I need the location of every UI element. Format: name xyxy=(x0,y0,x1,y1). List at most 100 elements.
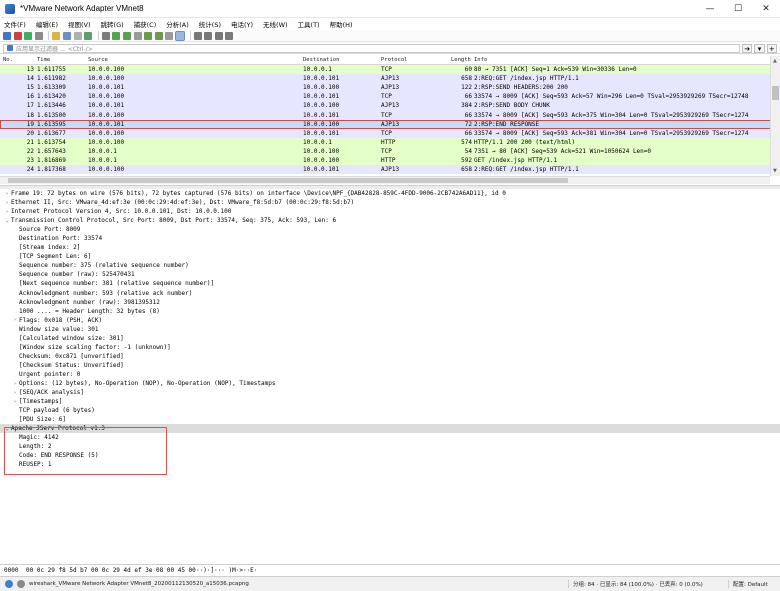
menu-tools[interactable]: 工具(T) xyxy=(298,19,320,29)
save-file-icon[interactable] xyxy=(62,31,71,40)
detail-tree-item[interactable]: Sequence number (raw): 525470431 xyxy=(0,270,780,279)
first-packet-icon[interactable] xyxy=(144,31,153,40)
packet-row[interactable]: 15 1.613309 10.0.0.101 10.0.0.100 AJP13 122 2:… xyxy=(0,83,780,93)
detail-tree-item[interactable]: › [Timestamps] xyxy=(0,397,780,406)
detail-tree-item[interactable]: [Stream index: 2] xyxy=(0,243,780,252)
detail-tree-item[interactable]: › Ethernet II, Src: VMware_4d:ef:3e (00:0… xyxy=(0,198,780,207)
column-source[interactable]: Source xyxy=(88,57,303,63)
detail-tree-item[interactable]: Source Port: 8009 xyxy=(0,225,780,234)
expand-arrow-icon[interactable]: › xyxy=(11,390,19,396)
menu-telephony[interactable]: 电话(Y) xyxy=(231,19,253,29)
detail-tree-item[interactable]: Urgent pointer: 0 xyxy=(0,370,780,379)
expert-info-icon[interactable] xyxy=(5,580,13,588)
go-back-icon[interactable] xyxy=(112,31,121,40)
expand-arrow-icon[interactable]: › xyxy=(11,399,19,405)
expand-arrow-icon[interactable]: › xyxy=(11,381,19,387)
zoom-out-icon[interactable] xyxy=(204,31,213,40)
packet-row[interactable]: 22 1.657643 10.0.0.1 10.0.0.100 TCP 54 7351 → … xyxy=(0,146,780,156)
packet-row[interactable]: 24 1.817368 10.0.0.100 10.0.0.101 AJP13 658 2:… xyxy=(0,165,780,175)
menu-analyze[interactable]: 分析(A) xyxy=(166,19,189,29)
find-packet-icon[interactable] xyxy=(101,31,110,40)
maximize-button[interactable]: ☐ xyxy=(724,0,752,18)
bookmark-icon[interactable] xyxy=(7,45,13,51)
zoom-reset-icon[interactable] xyxy=(214,31,223,40)
expand-arrow-icon[interactable]: › xyxy=(11,317,19,323)
detail-tree-item[interactable]: [Window size scaling factor: -1 (unknown… xyxy=(0,343,780,352)
restart-capture-icon[interactable] xyxy=(24,31,33,40)
detail-tree-item[interactable]: [Next sequence number: 381 (relative seq… xyxy=(0,279,780,288)
bytes-hex[interactable]: 00 0c 29 f8 5d b7 00 0c 29 4d ef 3e 08 0… xyxy=(26,567,196,574)
scroll-down-icon[interactable]: ▼ xyxy=(773,168,777,174)
packet-row[interactable]: 16 1.613420 10.0.0.100 10.0.0.101 TCP 66 33574… xyxy=(0,92,780,102)
status-profile[interactable]: 配置: Default xyxy=(728,580,780,588)
go-to-packet-icon[interactable] xyxy=(133,31,142,40)
detail-tree-item[interactable]: › Frame 19: 72 bytes on wire (576 bits), … xyxy=(0,189,780,198)
go-forward-icon[interactable] xyxy=(122,31,131,40)
packet-row[interactable]: 13 1.611755 10.0.0.100 10.0.0.1 TCP 60 80 → 73… xyxy=(0,65,780,75)
minimize-button[interactable]: — xyxy=(696,0,724,18)
expand-arrow-icon[interactable]: › xyxy=(3,209,11,215)
zoom-in-icon[interactable] xyxy=(193,31,202,40)
add-filter-button[interactable]: + xyxy=(766,43,777,53)
scroll-thumb[interactable] xyxy=(772,86,779,100)
detail-tree-item[interactable]: [TCP Segment Len: 6] xyxy=(0,252,780,261)
menu-view[interactable]: 视图(V) xyxy=(68,19,91,29)
close-button[interactable]: ✕ xyxy=(752,0,780,18)
packet-row[interactable]: 21 1.613754 10.0.0.100 10.0.0.1 HTTP 574 HTTP/… xyxy=(0,137,780,147)
packet-row[interactable]: 14 1.611982 10.0.0.100 10.0.0.101 AJP13 658 2:… xyxy=(0,74,780,84)
resize-columns-icon[interactable] xyxy=(225,31,234,40)
capture-comments-icon[interactable] xyxy=(17,580,25,588)
apply-filter-button[interactable]: ➔ xyxy=(742,43,753,53)
detail-tree-item[interactable]: › [SEQ/ACK analysis] xyxy=(0,388,780,397)
start-capture-icon[interactable] xyxy=(3,31,11,40)
packet-row[interactable]: 20 1.613677 10.0.0.100 10.0.0.101 TCP 66 33574… xyxy=(0,128,780,138)
detail-tree-item[interactable]: Window size value: 301 xyxy=(0,325,780,334)
display-filter-input[interactable]: 应用显示过滤器 … <Ctrl-/> xyxy=(3,43,740,53)
menu-help[interactable]: 帮助(H) xyxy=(330,19,353,29)
autoscroll-icon[interactable] xyxy=(165,31,174,40)
detail-tree-item[interactable]: [Checksum Status: Unverified] xyxy=(0,361,780,370)
column-no[interactable]: No. xyxy=(0,57,36,63)
menu-statistics[interactable]: 统计(S) xyxy=(199,19,221,29)
detail-tree-item[interactable]: Acknowledgment number: 593 (relative ack… xyxy=(0,289,780,298)
capture-options-icon[interactable] xyxy=(34,31,43,40)
menu-capture[interactable]: 捕获(C) xyxy=(134,19,157,29)
expand-arrow-icon[interactable]: ⌄ xyxy=(3,218,11,224)
colorize-icon[interactable] xyxy=(174,30,185,41)
expand-arrow-icon[interactable]: › xyxy=(3,200,11,206)
column-destination[interactable]: Destination xyxy=(303,57,381,63)
menu-wireless[interactable]: 无线(W) xyxy=(263,19,288,29)
detail-tree-item[interactable]: › Internet Protocol Version 4, Src: 10.0.… xyxy=(0,207,780,216)
detail-tree-item[interactable]: TCP payload (6 bytes) xyxy=(0,406,780,415)
menu-go[interactable]: 跳转(G) xyxy=(101,19,124,29)
menu-file[interactable]: 文件(F) xyxy=(4,19,26,29)
column-info[interactable]: Info xyxy=(474,57,780,63)
column-time[interactable]: Time xyxy=(36,57,88,63)
last-packet-icon[interactable] xyxy=(154,31,163,40)
detail-tree-item[interactable]: › Options: (12 bytes), No-Operation (NOP)… xyxy=(0,379,780,388)
detail-tree-item[interactable]: [Calculated window size: 301] xyxy=(0,334,780,343)
open-file-icon[interactable] xyxy=(52,31,61,40)
column-protocol[interactable]: Protocol xyxy=(381,57,451,63)
detail-tree-item[interactable]: 1000 .... = Header Length: 32 bytes (8) xyxy=(0,307,780,316)
scroll-up-icon[interactable]: ▲ xyxy=(773,58,777,64)
detail-tree-item[interactable]: ⌄ Transmission Control Protocol, Src Port… xyxy=(0,216,780,225)
scroll-thumb[interactable] xyxy=(8,178,568,183)
detail-tree-item[interactable]: Checksum: 0xc871 [unverified] xyxy=(0,352,780,361)
detail-tree-item[interactable]: Sequence number: 375 (relative sequence … xyxy=(0,261,780,270)
reload-file-icon[interactable] xyxy=(84,31,93,40)
close-file-icon[interactable] xyxy=(73,31,82,40)
packet-row[interactable]: 18 1.613500 10.0.0.100 10.0.0.101 TCP 66 33574… xyxy=(0,110,780,120)
detail-tree-item[interactable]: [PDU Size: 6] xyxy=(0,415,780,424)
detail-tree-item[interactable]: › Flags: 0x018 (PSH, ACK) xyxy=(0,316,780,325)
detail-tree-item[interactable]: Acknowledgment number (raw): 3981395312 xyxy=(0,298,780,307)
packet-row[interactable]: 17 1.613446 10.0.0.101 10.0.0.100 AJP13 384 2:… xyxy=(0,101,780,111)
packet-list-vscroll[interactable]: ▲ ▼ xyxy=(770,56,780,176)
packet-row[interactable]: 19 1.613595 10.0.0.101 10.0.0.100 AJP13 72 2:R… xyxy=(0,119,780,129)
bytes-ascii[interactable]: ··)·]··· )M·>··E· xyxy=(196,567,257,574)
menu-edit[interactable]: 编辑(E) xyxy=(36,19,58,29)
packet-list-hscroll[interactable] xyxy=(0,176,770,184)
detail-tree-item[interactable]: Destination Port: 33574 xyxy=(0,234,780,243)
column-length[interactable]: Length xyxy=(451,57,474,63)
packet-row[interactable]: 23 1.816869 10.0.0.1 10.0.0.100 HTTP 592 GET /… xyxy=(0,155,780,166)
